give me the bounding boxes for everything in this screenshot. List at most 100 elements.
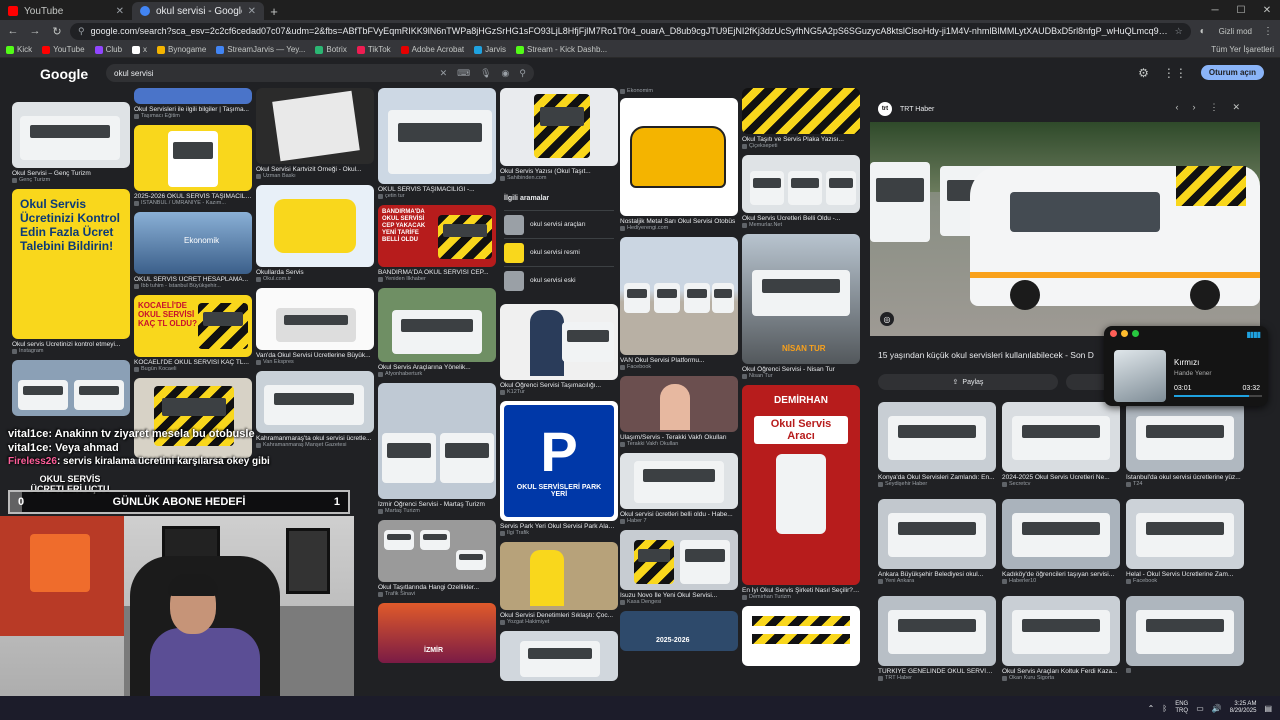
language-indicator[interactable]: ENG TRQ xyxy=(1175,701,1188,715)
bluetooth-icon[interactable]: ᛒ xyxy=(1162,704,1167,713)
result-caption[interactable]: Okul Öğrenci Servisi - Nisan Tur xyxy=(742,366,860,373)
bookmark-star-icon[interactable]: ☆ xyxy=(1175,26,1183,37)
result-caption[interactable]: 2025-2026 OKUL SERVİS TAŞIMACILI... xyxy=(134,193,252,200)
result-image[interactable]: NİSAN TUR xyxy=(742,234,860,364)
all-bookmarks[interactable]: Tüm Yer İşaretleri xyxy=(1211,45,1274,54)
bookmark-item[interactable]: Bynogame xyxy=(157,45,206,54)
related-image-card[interactable] xyxy=(1126,596,1244,673)
result-caption[interactable]: OKUL SERVİS TAŞIMACILIĞI -... xyxy=(378,186,496,193)
related-image[interactable] xyxy=(878,499,996,569)
related-image-caption[interactable]: Helal - Okul Servis Ücretlerine Zam... xyxy=(1126,571,1244,578)
result-image[interactable] xyxy=(12,102,130,168)
settings-gear-icon[interactable]: ⚙ xyxy=(1138,66,1149,80)
result-card[interactable] xyxy=(500,631,618,681)
result-image[interactable] xyxy=(620,376,738,432)
notifications-icon[interactable]: ▤ xyxy=(1264,704,1272,713)
song-progress-bar[interactable] xyxy=(1174,395,1262,397)
result-card[interactable]: İZMİR xyxy=(378,603,496,663)
result-image[interactable]: Ekonomik xyxy=(134,212,252,274)
result-caption[interactable]: Ulaşım/Servis - Terakki Vakfı Okulları xyxy=(620,434,738,441)
google-logo[interactable]: Google xyxy=(40,66,88,82)
bookmark-item[interactable]: Club xyxy=(94,45,122,54)
site-info-icon[interactable]: ⚲ xyxy=(78,26,85,37)
result-caption[interactable]: Servis Park Yeri Okul Servisi Park Alanı… xyxy=(500,523,618,530)
related-image-caption[interactable]: Konya'da Okul Servisleri Zamlandı: En... xyxy=(878,474,996,481)
tab-youtube[interactable]: YouTube ✕ xyxy=(0,2,132,20)
result-card[interactable]: Ulaşım/Servis - Terakki Vakfı Okulları T… xyxy=(620,376,738,447)
result-caption[interactable]: Okul Taşıtı ve Servis Plaka Yazısı... xyxy=(742,136,860,143)
result-caption[interactable]: Okul servis Ücretinizi kontrol etmeyi... xyxy=(12,341,130,348)
result-card[interactable]: Okul Servis Ücretleri Belli Oldu -... Me… xyxy=(742,155,860,228)
result-caption[interactable]: Okul Taşıtlarında Hangi Özellikler... xyxy=(378,584,496,591)
result-caption[interactable]: Okul Servisi – Genç Turizm xyxy=(12,170,130,177)
related-image-card[interactable]: Konya'da Okul Servisleri Zamlandı: En...… xyxy=(878,402,996,487)
bookmark-item[interactable]: Kick xyxy=(6,45,32,54)
bookmark-item[interactable]: YouTube xyxy=(42,45,85,54)
related-search-item[interactable]: okul servisi eski xyxy=(504,266,614,294)
volume-icon[interactable]: 🔊 xyxy=(1212,704,1222,713)
result-image[interactable] xyxy=(620,453,738,509)
result-caption[interactable]: Okul Öğrenci Servisi Taşımacılığı... xyxy=(500,382,618,389)
result-caption[interactable]: Okul Servis Yazısı (Okul Taşıt... xyxy=(500,168,618,175)
result-card[interactable]: Okul Servis Ücretinizi Kontrol Edin Fazl… xyxy=(12,189,130,354)
result-caption[interactable]: VAN Okul Servisi Platformu... xyxy=(620,357,738,364)
result-image[interactable] xyxy=(378,88,496,184)
related-image-card[interactable]: Ankara Büyükşehir Belediyesi okul... Yeni… xyxy=(878,499,996,584)
related-image[interactable] xyxy=(1126,499,1244,569)
bookmark-item[interactable]: Jarvis xyxy=(474,45,506,54)
result-image[interactable] xyxy=(742,606,860,666)
related-image[interactable] xyxy=(1002,402,1120,472)
result-card[interactable]: KOCAELİ'DE OKUL SERVİSİ KAÇ TL OLDU? KOC… xyxy=(134,295,252,372)
preview-source[interactable]: trt TRT Haber xyxy=(878,102,934,116)
result-image[interactable] xyxy=(378,520,496,582)
result-image[interactable] xyxy=(620,530,738,590)
result-card[interactable]: İzmir Öğrenci Servisi - Martaş Turizm Ma… xyxy=(378,383,496,514)
result-image[interactable] xyxy=(620,98,738,216)
tab-google-search[interactable]: okul servisi - Google'da Ara ✕ xyxy=(132,2,264,20)
result-image[interactable]: KOCAELİ'DE OKUL SERVİSİ KAÇ TL OLDU? xyxy=(134,295,252,357)
related-image[interactable] xyxy=(878,596,996,666)
maximize-dot-icon[interactable] xyxy=(1132,330,1139,337)
more-options-icon[interactable]: ⋮ xyxy=(1209,102,1218,113)
menu-dots-icon[interactable]: ⋮ xyxy=(1260,23,1276,39)
result-image[interactable] xyxy=(500,542,618,610)
close-dot-icon[interactable] xyxy=(1110,330,1117,337)
result-card[interactable]: 2025-2026 xyxy=(620,611,738,651)
bookmark-item[interactable]: Adobe Acrobat xyxy=(400,45,464,54)
result-caption[interactable]: OKUL SERVİS ÜCRET HESAPLAMA... xyxy=(134,276,252,283)
result-image[interactable] xyxy=(256,185,374,267)
result-image[interactable] xyxy=(134,88,252,104)
related-image-caption[interactable]: 2024-2025 Okul Servis Ücretleri Ne... xyxy=(1002,474,1120,481)
microphone-icon[interactable]: 🎙 xyxy=(480,68,491,79)
result-image[interactable]: BANDIRMA'DA OKUL SERVİSİ CEP YAKACAK YEN… xyxy=(378,205,496,267)
result-image[interactable] xyxy=(500,88,618,166)
result-card[interactable]: 2025-2026 OKUL SERVİS TAŞIMACILI... İSTA… xyxy=(134,125,252,206)
related-image[interactable] xyxy=(1126,596,1244,666)
related-search-item[interactable]: okul servisi araçları xyxy=(504,210,614,238)
result-card[interactable]: Nostaljik Metal Sarı Okul Servisi Otobüs… xyxy=(620,98,738,231)
profile-label[interactable]: Gizli mod xyxy=(1215,27,1256,36)
result-card[interactable]: Okul Servisi – Genç Turizm Genç Turizm xyxy=(12,102,130,183)
system-clock[interactable]: 3:25 AM 8/29/2025 xyxy=(1230,701,1257,715)
next-icon[interactable]: › xyxy=(1192,102,1195,113)
related-image-card[interactable]: Kadıköy'de öğrencileri taşıyan servisi..… xyxy=(1002,499,1120,584)
result-card[interactable]: Okul Servisleri ile ilgili bilgiler | Ta… xyxy=(134,88,252,119)
camera-icon[interactable]: ◉ xyxy=(502,68,510,79)
result-image[interactable] xyxy=(378,288,496,362)
related-image-caption[interactable]: Okul Servis Araçları Koltuk Ferdi Kaza..… xyxy=(1002,668,1120,675)
bookmark-item[interactable]: x xyxy=(132,45,147,54)
result-image[interactable] xyxy=(378,383,496,499)
new-tab-button[interactable]: + xyxy=(264,2,284,20)
related-image-caption[interactable]: Ankara Büyükşehir Belediyesi okul... xyxy=(878,571,996,578)
result-image[interactable]: P OKUL SERVİSLERİ PARK YERİ xyxy=(500,401,618,521)
related-image-card[interactable]: Helal - Okul Servis Ücretlerine Zam... Fa… xyxy=(1126,499,1244,584)
result-card[interactable]: Okul Taşıtı ve Servis Plaka Yazısı... Çi… xyxy=(742,88,860,149)
result-caption[interactable]: Okul Servisi Kartvizit Örneği - Okul... xyxy=(256,166,374,173)
related-image-caption[interactable]: Kadıköy'de öğrencileri taşıyan servisi..… xyxy=(1002,571,1120,578)
related-image-caption[interactable]: İstanbul'da okul servisi ücretlerine yüz… xyxy=(1126,474,1244,481)
result-caption[interactable]: Okullarda Servis xyxy=(256,269,374,276)
result-card[interactable] xyxy=(742,606,860,666)
result-card[interactable]: P OKUL SERVİSLERİ PARK YERİ Servis Park … xyxy=(500,401,618,536)
bookmark-item[interactable]: StreamJarvis — Yey... xyxy=(216,45,305,54)
result-card[interactable]: Okullarda Servis Okul.com.tr xyxy=(256,185,374,282)
